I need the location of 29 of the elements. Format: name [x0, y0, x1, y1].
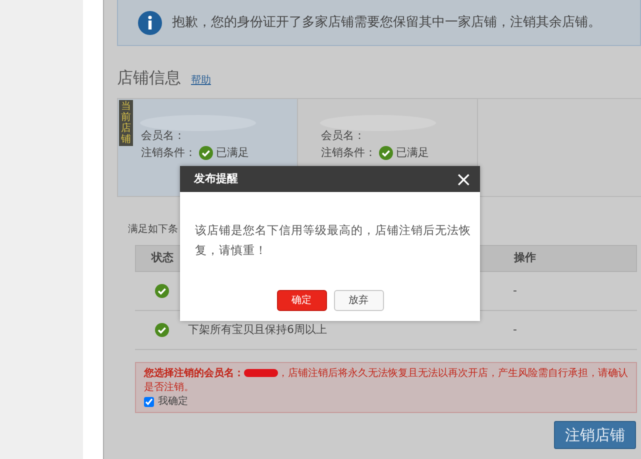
column-header: 操作: [514, 251, 536, 264]
redaction-mark: [244, 369, 278, 378]
condition-label: 注销条件：: [141, 145, 196, 161]
checkbox-label: 我确定: [158, 395, 188, 409]
member-label: 会员名：: [141, 128, 185, 144]
help-link[interactable]: 帮助: [191, 73, 211, 88]
condition-status: 已满足: [396, 145, 429, 161]
check-circle-icon: [379, 146, 393, 160]
conditions-intro: 满足如下条: [128, 222, 178, 237]
member-label: 会员名：: [321, 128, 365, 144]
condition-label: 注销条件：: [321, 145, 376, 161]
close-button[interactable]: ×: [455, 169, 472, 189]
confirm-button[interactable]: 确定: [276, 290, 326, 311]
dialog-message: 该店铺是您名下信用等级最高的，店铺注销后无法恢复，请慎重！: [194, 222, 472, 259]
current-shop-tag: 当前店铺: [119, 100, 133, 146]
table-cell: -: [513, 322, 517, 336]
condition-status: 已满足: [216, 145, 249, 161]
dialog-title: 发布提醒: [194, 170, 238, 187]
cancel-shop-button[interactable]: 注销店铺: [554, 421, 636, 449]
table-cell: 下架所有宝贝且保持6周以上: [188, 322, 327, 336]
notice-text: 抱歉，您的身份证开了多家店铺需要您保留其中一家店铺，注销其余店铺。: [172, 14, 601, 32]
discard-button[interactable]: 放弃: [334, 290, 384, 311]
warning-text: 您选择注销的会员名： ，店铺注销后将永久无法恢复且无法以再次开店，产生风险需自行承担，请确认是否注销。: [144, 367, 628, 395]
check-circle-icon: [199, 146, 213, 160]
confirm-checkbox[interactable]: [144, 397, 154, 407]
section-title: 店铺信息: [117, 67, 181, 89]
column-header: 状态: [152, 250, 174, 266]
info-icon: [138, 10, 162, 34]
table-cell: -: [513, 284, 517, 297]
